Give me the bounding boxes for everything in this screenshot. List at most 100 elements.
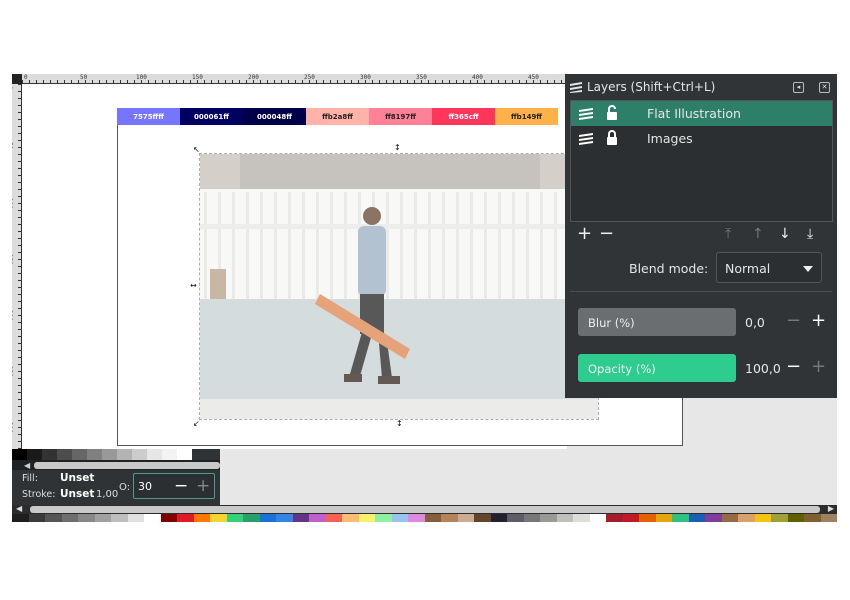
color-swatch[interactable]: ff8197ff bbox=[369, 108, 432, 125]
palette-color[interactable] bbox=[507, 514, 524, 522]
palette-color[interactable] bbox=[127, 514, 144, 522]
scroll-thumb[interactable] bbox=[34, 462, 220, 469]
lock-icon[interactable] bbox=[605, 130, 619, 146]
lower-icon[interactable]: ↓ bbox=[779, 225, 791, 243]
palette-color[interactable] bbox=[589, 514, 606, 522]
fill-value[interactable]: Unset bbox=[60, 472, 94, 484]
selection-handle[interactable]: ↔ bbox=[190, 282, 197, 290]
palette-color[interactable] bbox=[144, 514, 161, 522]
opacity-slider[interactable]: Opacity (%) bbox=[578, 354, 736, 382]
blur-decrement-button[interactable]: − bbox=[786, 310, 801, 331]
palette-color[interactable] bbox=[325, 514, 342, 522]
color-swatch[interactable]: 7575ffff bbox=[117, 108, 180, 125]
palette-color[interactable] bbox=[78, 514, 95, 522]
palette-color[interactable] bbox=[259, 514, 276, 522]
palette-color[interactable] bbox=[210, 514, 227, 522]
recent-swatches[interactable] bbox=[12, 449, 192, 460]
palette-color[interactable] bbox=[573, 514, 590, 522]
palette-color[interactable] bbox=[45, 514, 62, 522]
opacity-increment-button[interactable]: + bbox=[811, 356, 826, 377]
horizontal-scroll-thumb[interactable] bbox=[30, 506, 820, 513]
palette-color[interactable] bbox=[721, 514, 738, 522]
selection-handle[interactable]: ↕ bbox=[394, 144, 401, 152]
palette-color[interactable] bbox=[441, 514, 458, 522]
blur-value[interactable]: 0,0 bbox=[745, 315, 765, 330]
palette-color[interactable] bbox=[391, 514, 408, 522]
palette-color[interactable] bbox=[358, 514, 375, 522]
palette-color[interactable] bbox=[276, 514, 293, 522]
palette-color[interactable] bbox=[474, 514, 491, 522]
selected-photo-image[interactable] bbox=[199, 153, 599, 420]
palette-color[interactable] bbox=[177, 514, 194, 522]
opacity-decrement-button[interactable]: − bbox=[786, 356, 801, 377]
opacity-spin-increment[interactable]: + bbox=[196, 476, 210, 496]
palette-color[interactable] bbox=[606, 514, 623, 522]
blend-mode-select[interactable]: Normal bbox=[716, 252, 822, 283]
palette-color[interactable] bbox=[738, 514, 755, 522]
palette-color[interactable] bbox=[655, 514, 672, 522]
blur-slider[interactable]: Blur (%) bbox=[578, 308, 736, 336]
scroll-left-icon[interactable]: ◀ bbox=[16, 504, 22, 513]
palette-color[interactable] bbox=[226, 514, 243, 522]
palette-color[interactable] bbox=[771, 514, 788, 522]
palette-color[interactable] bbox=[639, 514, 656, 522]
scroll-right-icon[interactable]: ▶ bbox=[828, 504, 834, 513]
palette-color[interactable] bbox=[243, 514, 260, 522]
palette-color[interactable] bbox=[457, 514, 474, 522]
color-swatch[interactable]: 000061ff bbox=[180, 108, 243, 125]
palette-color[interactable] bbox=[375, 514, 392, 522]
palette-color[interactable] bbox=[820, 514, 837, 522]
panel-close-icon[interactable]: ✕ bbox=[819, 82, 830, 93]
scroll-left-icon[interactable]: ◀ bbox=[24, 461, 30, 470]
selection-handle[interactable]: ↙ bbox=[193, 420, 200, 428]
palette-color[interactable] bbox=[61, 514, 78, 522]
stroke-value[interactable]: Unset bbox=[60, 488, 94, 500]
unlocked-icon[interactable] bbox=[605, 105, 619, 121]
palette-color[interactable] bbox=[804, 514, 821, 522]
horizontal-ruler[interactable]: 050100150200250300350400450500 bbox=[22, 74, 595, 84]
palette-color[interactable] bbox=[705, 514, 722, 522]
layer-row-images[interactable]: Images bbox=[571, 126, 832, 151]
palette-color[interactable] bbox=[540, 514, 557, 522]
palette-color[interactable] bbox=[160, 514, 177, 522]
color-swatch[interactable]: 000048ff bbox=[243, 108, 306, 125]
palette-color[interactable] bbox=[787, 514, 804, 522]
panel-collapse-icon[interactable]: ◂ bbox=[793, 82, 804, 93]
palette-color[interactable] bbox=[688, 514, 705, 522]
opacity-value[interactable]: 100,0 bbox=[745, 361, 781, 376]
palette-color[interactable] bbox=[342, 514, 359, 522]
horizontal-scrollbar[interactable]: ◀ ▶ bbox=[12, 504, 837, 514]
palette-color[interactable] bbox=[193, 514, 210, 522]
palette-color[interactable] bbox=[622, 514, 639, 522]
add-layer-button[interactable]: + bbox=[577, 225, 592, 243]
palette-color[interactable] bbox=[754, 514, 771, 522]
palette-color[interactable] bbox=[556, 514, 573, 522]
palette-color[interactable] bbox=[309, 514, 326, 522]
drawing-canvas[interactable]: 7575ffff 000061ff 000048ff ffb2a8ff ff8197ff… bbox=[22, 84, 683, 449]
palette-color[interactable] bbox=[28, 514, 45, 522]
remove-layer-button[interactable]: − bbox=[599, 225, 614, 243]
vertical-ruler[interactable]: 050100150200250300350 bbox=[12, 84, 22, 489]
opacity-spinbox-value[interactable]: 30 bbox=[138, 480, 152, 493]
swatch-scrollbar[interactable]: ◀ bbox=[12, 460, 220, 470]
lower-to-bottom-icon[interactable]: ⤓ bbox=[807, 225, 813, 243]
selection-handle[interactable]: ↖ bbox=[193, 146, 200, 154]
color-swatch[interactable]: ffb149ff bbox=[495, 108, 558, 125]
opacity-spin-decrement[interactable]: − bbox=[174, 476, 188, 496]
blur-increment-button[interactable]: + bbox=[811, 310, 826, 331]
opacity-spinbox[interactable]: 30 − + bbox=[133, 473, 215, 499]
palette-color[interactable] bbox=[408, 514, 425, 522]
palette-color[interactable] bbox=[111, 514, 128, 522]
palette-color[interactable] bbox=[523, 514, 540, 522]
raise-icon[interactable]: ↑ bbox=[752, 225, 764, 243]
palette-color[interactable] bbox=[12, 514, 29, 522]
palette-color[interactable] bbox=[672, 514, 689, 522]
layer-row-flat-illustration[interactable]: Flat Illustration bbox=[571, 101, 832, 126]
stroke-width-value[interactable]: 1,00 bbox=[96, 489, 118, 500]
color-swatch[interactable]: ff365cff bbox=[432, 108, 495, 125]
palette-color[interactable] bbox=[490, 514, 507, 522]
selection-handle[interactable]: ↕ bbox=[396, 420, 403, 428]
color-swatch[interactable]: ffb2a8ff bbox=[306, 108, 369, 125]
color-palette[interactable] bbox=[12, 514, 837, 522]
palette-color[interactable] bbox=[94, 514, 111, 522]
